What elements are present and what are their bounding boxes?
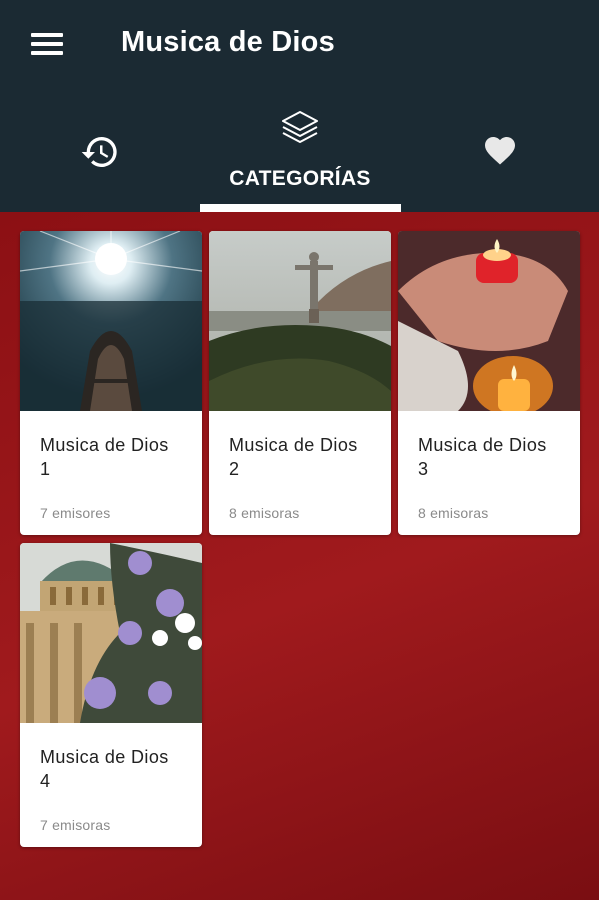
hamburger-menu-icon[interactable] [22,24,72,64]
category-name: Musica de Dios 4 [40,745,190,793]
category-card-2[interactable]: Musica de Dios 2 8 emisoras [209,231,391,535]
category-card-3[interactable]: Musica de Dios 3 8 emisoras [398,231,580,535]
category-number: 1 [40,459,51,479]
category-name: Musica de Dios 2 [229,433,379,481]
tab-favorites[interactable] [400,100,599,212]
heart-icon [485,137,515,165]
layers-icon [282,111,318,143]
tab-categorias[interactable]: CATEGORÍAS [200,100,400,212]
station-count: 7 emisoras [40,817,111,833]
tab-label: CATEGORÍAS [229,167,371,190]
category-name: Musica de Dios 3 [418,433,568,481]
candles-image [398,231,580,411]
category-title: Musica de Dios [40,747,169,767]
church-flowers-image [20,543,202,723]
tab-history[interactable] [0,100,200,212]
history-icon [81,137,117,167]
category-card-4[interactable]: Musica de Dios 4 7 emisoras [20,543,202,847]
category-title: Musica de Dios [40,435,169,455]
category-title: Musica de Dios [418,435,547,455]
station-count: 8 emisoras [418,505,489,521]
boat-light-image [20,231,202,411]
station-count: 8 emisoras [229,505,300,521]
category-number: 4 [40,771,51,791]
station-count: 7 emisores [40,505,111,521]
page-title: Musica de Dios [121,26,335,58]
category-title: Musica de Dios [229,435,358,455]
category-name: Musica de Dios 1 [40,433,190,481]
tab-indicator [200,204,401,212]
category-number: 3 [418,459,429,479]
christ-statue-image [209,231,391,411]
category-number: 2 [229,459,240,479]
categories-grid: Musica de Dios 1 7 emisores Musica de Di… [0,212,599,900]
category-card-1[interactable]: Musica de Dios 1 7 emisores [20,231,202,535]
app-bar: Musica de Dios CATEGORÍAS [0,0,599,212]
